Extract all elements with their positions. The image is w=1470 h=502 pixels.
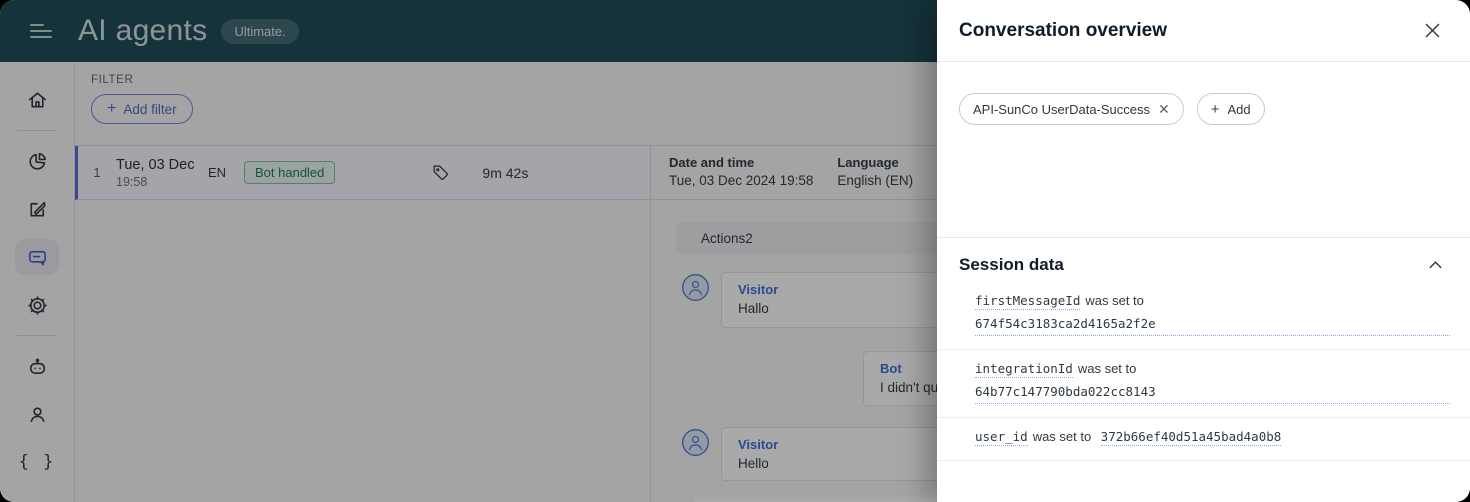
chevron-up-icon [1429,261,1442,269]
session-data-title: Session data [959,255,1064,274]
session-value: 64b77c147790bda022cc8143 [975,382,1450,404]
conversation-overview-drawer: Conversation overview API-SunCo UserData… [937,0,1470,502]
close-icon [1425,23,1440,38]
drawer-header: Conversation overview [937,0,1470,62]
session-value: 372b66ef40d51a45bad4a0b8 [1100,429,1282,446]
session-key: user_id [975,429,1028,446]
tag-label: API-SunCo UserData-Success [973,101,1151,117]
close-button[interactable] [1421,19,1444,42]
session-key: firstMessageId [975,293,1081,310]
session-data-section: Session data firstMessageId was set to 67… [937,237,1470,461]
modal-backdrop[interactable] [0,0,937,502]
session-key: integrationId [975,361,1073,378]
remove-tag-icon[interactable]: ✕ [1158,102,1170,116]
conversation-tags: API-SunCo UserData-Success ✕ + Add [937,62,1470,125]
session-entries: firstMessageId was set to 674f54c3183ca2d… [937,291,1470,461]
session-entry: firstMessageId was set to 674f54c3183ca2d… [937,291,1470,350]
tag-pill[interactable]: API-SunCo UserData-Success ✕ [959,93,1184,125]
add-tag-label: Add [1227,101,1251,117]
session-data-header: Session data [937,238,1470,275]
collapse-section-button[interactable] [1425,257,1446,273]
add-tag-button[interactable]: + Add [1196,93,1265,125]
session-value: 674f54c3183ca2d4165a2f2e [975,314,1450,336]
session-entry: user_id was set to 372b66ef40d51a45bad4a0… [937,418,1470,461]
plus-icon: + [1210,100,1220,118]
session-entry: integrationId was set to 64b77c147790bda0… [937,350,1470,418]
drawer-title: Conversation overview [959,19,1168,41]
app-window: AI agents Ultimate. { } FILTER + Add fil… [0,0,1470,502]
